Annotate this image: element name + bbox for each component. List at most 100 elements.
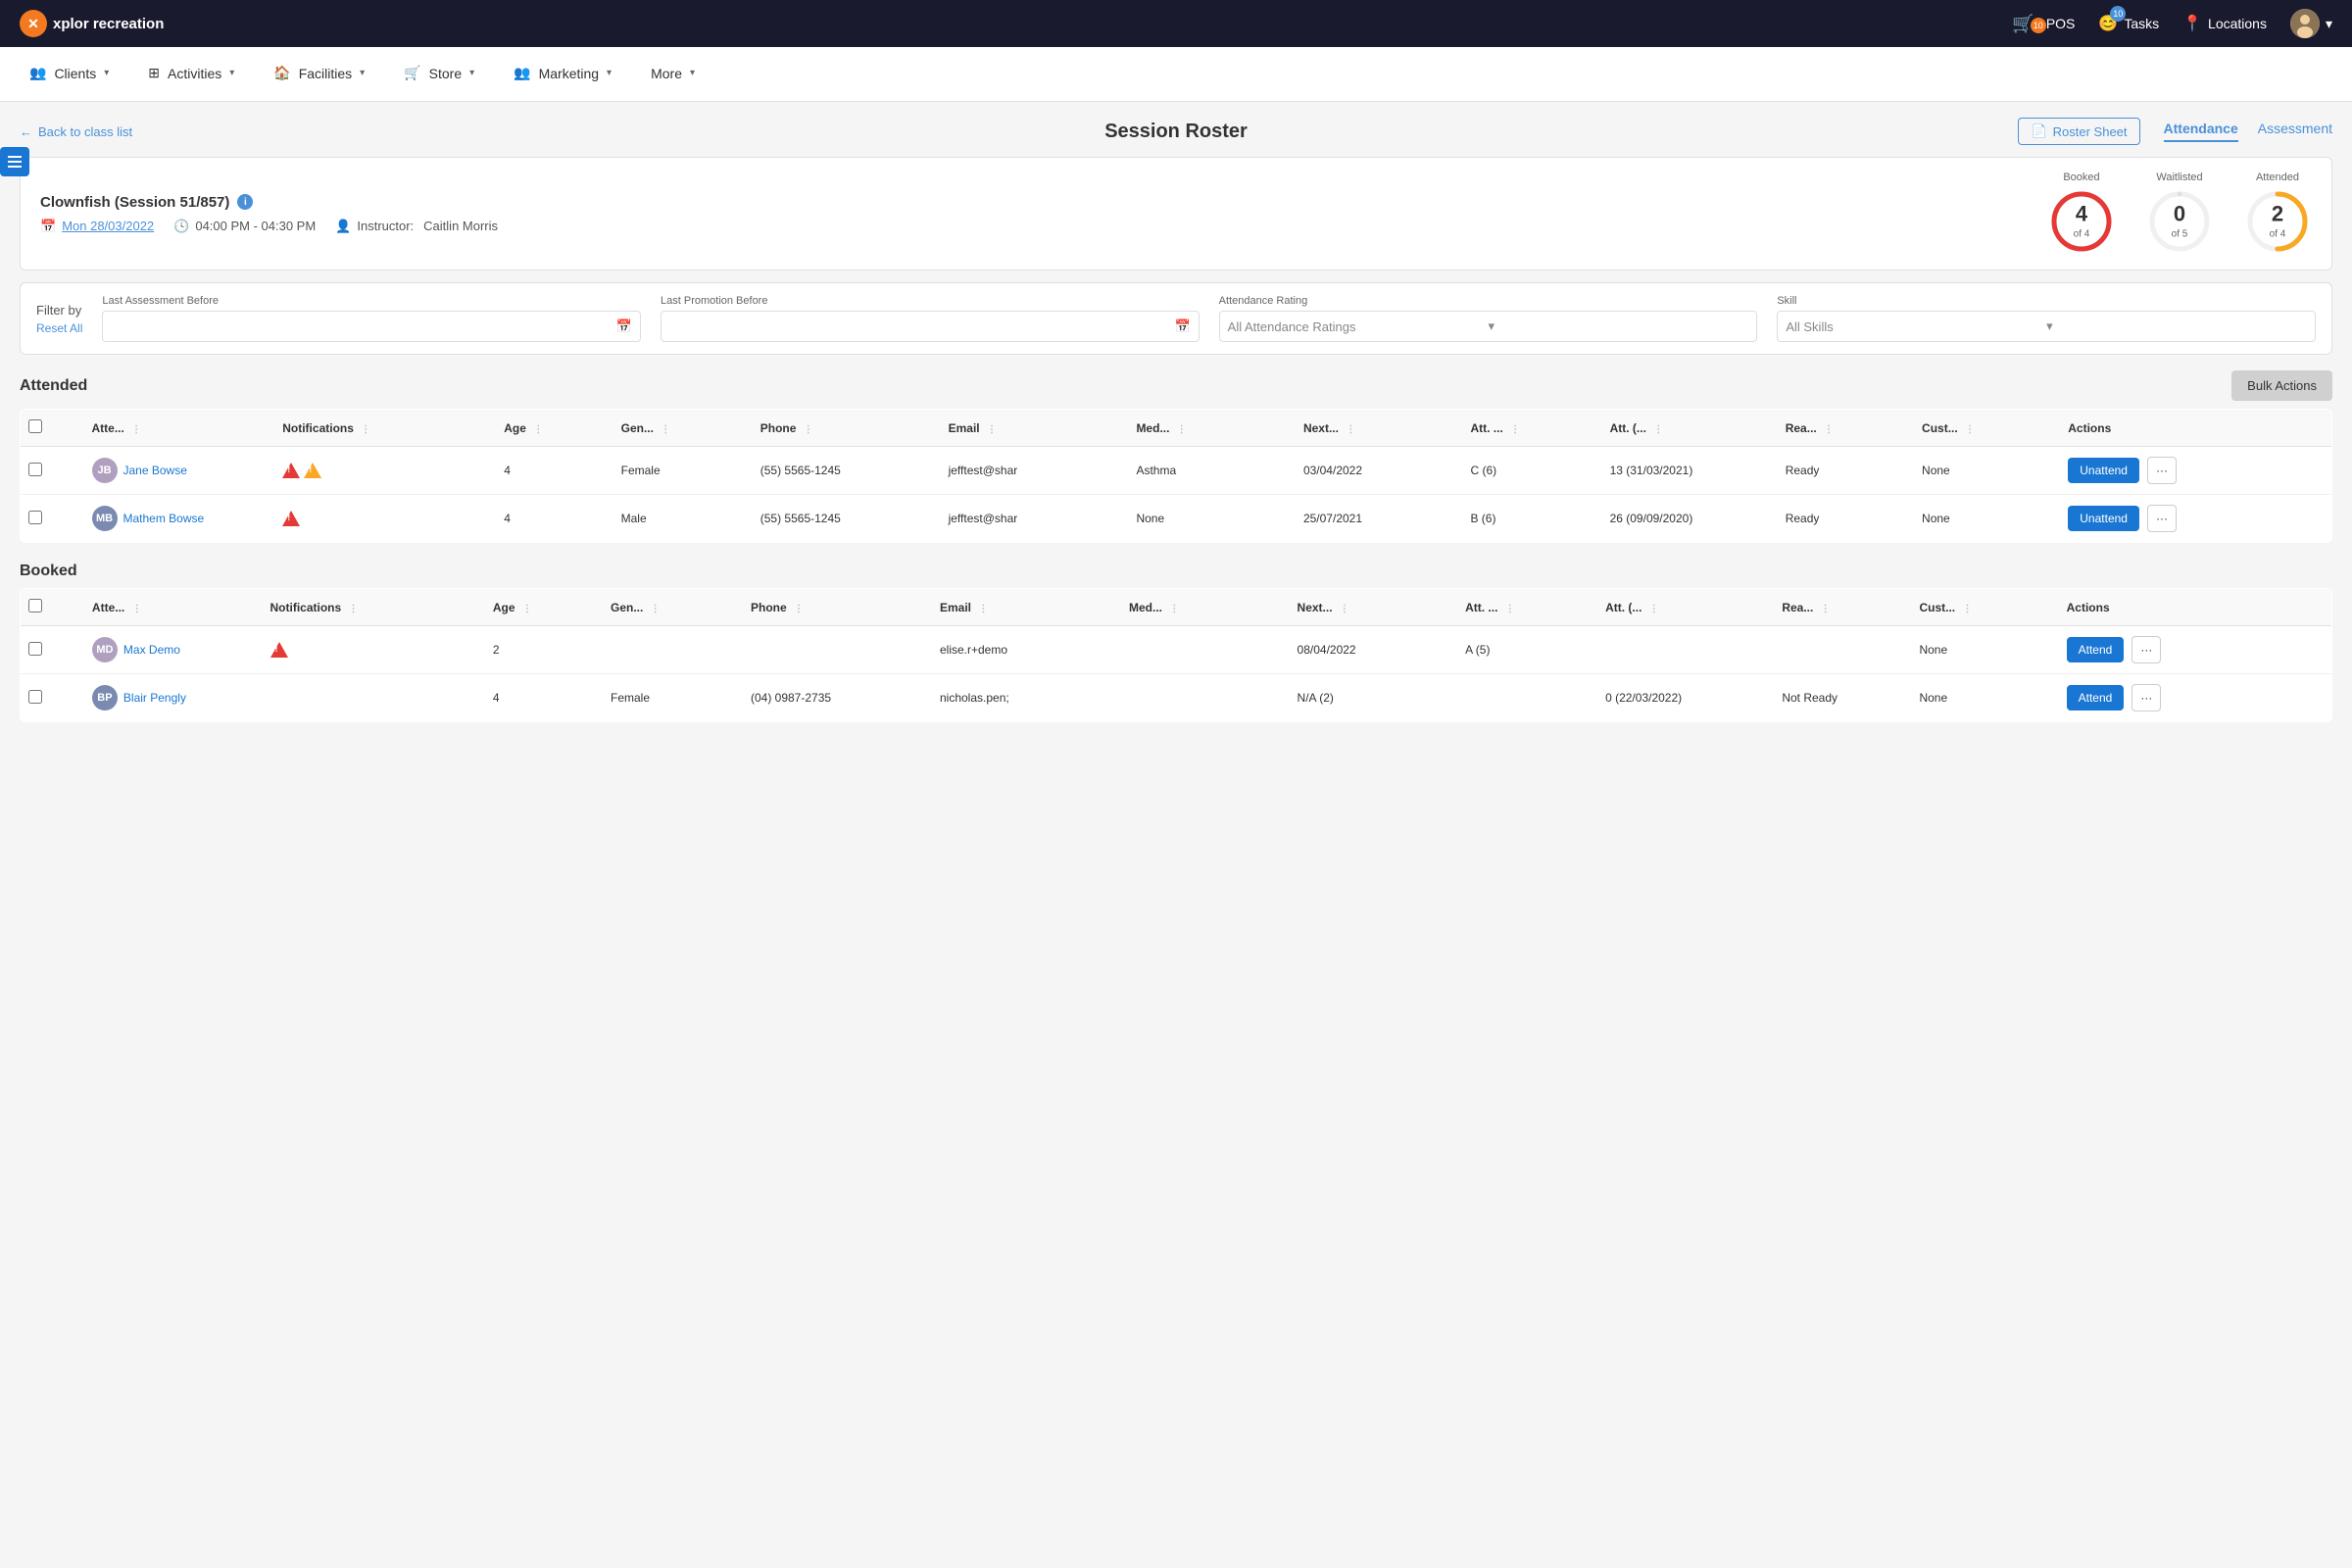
att2-cell: 26 (09/09/2020)	[1602, 495, 1778, 543]
back-label: Back to class list	[38, 124, 132, 139]
clients-icon: 👥	[29, 65, 46, 81]
attend-button[interactable]: Attend	[2067, 637, 2125, 662]
top-nav: ✕ xplor recreation 🛒 10 POS 😊 10 Tasks 📍…	[0, 0, 2352, 47]
attended-of: of 4	[2270, 229, 2286, 240]
ready-cell	[1774, 626, 1911, 674]
pos-label: POS	[2046, 16, 2076, 31]
row-checkbox-mathew-bowse[interactable]	[28, 511, 42, 524]
nav-item-store[interactable]: 🛒 Store ▾	[384, 47, 494, 101]
select-all-attended-checkbox[interactable]	[28, 419, 42, 433]
col-header-custom: Cust... ⋮	[1914, 410, 2060, 447]
last-promotion-input[interactable]: 📅	[661, 311, 1200, 342]
session-date-link[interactable]: Mon 28/03/2022	[62, 219, 154, 233]
unattend-button[interactable]: Unattend	[2068, 506, 2139, 531]
notifications-cell: !	[263, 626, 485, 674]
attended-title: Attended	[20, 377, 87, 395]
row-checkbox-max-demo[interactable]	[28, 642, 42, 656]
tasks-nav-item[interactable]: 😊 10 Tasks	[2098, 14, 2159, 33]
reset-all-button[interactable]: Reset All	[36, 321, 82, 335]
more-actions-button[interactable]: ···	[2147, 457, 2177, 484]
attendance-rating-select[interactable]: All Attendance Ratings ▾	[1219, 311, 1758, 342]
app-name: xplor recreation	[53, 16, 164, 32]
last-promotion-field[interactable]	[669, 319, 1174, 334]
filter-skill: Skill All Skills ▾	[1777, 295, 2316, 342]
actions-cell: Attend ···	[2059, 674, 2332, 722]
person-icon: 👤	[335, 219, 351, 234]
last-assessment-input[interactable]: 📅	[102, 311, 641, 342]
alert-yellow-icon[interactable]: !	[304, 463, 321, 478]
more-actions-button[interactable]: ···	[2147, 505, 2177, 532]
custom-cell: None	[1911, 674, 2058, 722]
email-cell: nicholas.pen;	[932, 674, 1121, 722]
last-promotion-label: Last Promotion Before	[661, 295, 1200, 307]
notifications-cell: !	[274, 495, 496, 543]
store-icon: 🛒	[404, 65, 420, 81]
attendee-name-text[interactable]: Jane Bowse	[123, 464, 187, 477]
info-icon[interactable]: i	[237, 194, 253, 210]
col-header-gender-b: Gen... ⋮	[603, 589, 743, 626]
col-header-age-b: Age ⋮	[485, 589, 603, 626]
stat-booked: Booked 4 of 4	[2047, 172, 2116, 256]
locations-nav-item[interactable]: 📍 Locations	[2182, 14, 2267, 33]
notifications-cell: !!	[274, 447, 496, 495]
col-header-next: Next... ⋮	[1296, 410, 1463, 447]
unattend-button[interactable]: Unattend	[2068, 458, 2139, 483]
select-all-booked-checkbox[interactable]	[28, 599, 42, 612]
filter-by-label: Filter by	[36, 303, 82, 318]
chevron-down-icon: ▾	[2046, 318, 2307, 334]
booked-table-header: Atte... ⋮ Notifications ⋮ Age ⋮ Gen... ⋮…	[21, 589, 2332, 626]
gender-cell	[603, 626, 743, 674]
bulk-actions-button[interactable]: Bulk Actions	[2231, 370, 2332, 401]
attend-button[interactable]: Attend	[2067, 685, 2125, 710]
roster-sheet-button[interactable]: 📄 Roster Sheet	[2018, 118, 2139, 145]
ready-cell: Ready	[1778, 447, 1914, 495]
more-actions-button[interactable]: ···	[2132, 684, 2161, 711]
nav-item-clients[interactable]: 👥 Clients ▾	[10, 47, 128, 101]
back-to-class-list-button[interactable]: ← Back to class list	[20, 124, 132, 139]
att2-cell	[1597, 626, 1774, 674]
alert-red-icon[interactable]: !	[270, 642, 288, 658]
stat-attended: Attended 2 of 4	[2243, 172, 2312, 256]
last-assessment-field[interactable]	[111, 319, 615, 334]
col-header-atte: Atte... ⋮	[84, 410, 275, 447]
gender-cell: Female	[603, 674, 743, 722]
email-cell: jefftest@shar	[941, 495, 1129, 543]
col-header-notifications-b: Notifications ⋮	[263, 589, 485, 626]
col-header-medical-b: Med... ⋮	[1121, 589, 1290, 626]
att2-cell: 0 (22/03/2022)	[1597, 674, 1774, 722]
attendee-name-text[interactable]: Max Demo	[123, 643, 180, 657]
next-cell: 08/04/2022	[1290, 626, 1458, 674]
medical-cell: Asthma	[1128, 447, 1296, 495]
row-checkbox-blair-pengly[interactable]	[28, 690, 42, 704]
booked-section-header: Booked	[20, 563, 2332, 580]
more-actions-button[interactable]: ···	[2132, 636, 2161, 663]
col-header-email: Email ⋮	[941, 410, 1129, 447]
nav-item-more[interactable]: More ▾	[631, 47, 714, 101]
col-header-actions-b: Actions	[2059, 589, 2332, 626]
tab-attendance[interactable]: Attendance	[2164, 121, 2238, 142]
attendee-name-text[interactable]: Blair Pengly	[123, 691, 186, 705]
skill-select[interactable]: All Skills ▾	[1777, 311, 2316, 342]
skill-placeholder: All Skills	[1786, 319, 2046, 334]
pos-nav-item[interactable]: 🛒 10 POS	[2012, 14, 2075, 34]
alert-red-icon[interactable]: !	[282, 511, 300, 526]
waitlisted-label: Waitlisted	[2145, 172, 2214, 183]
phone-cell	[743, 626, 932, 674]
attendee-name-text[interactable]: Mathem Bowse	[123, 512, 205, 525]
nav-item-facilities[interactable]: 🏠 Facilities ▾	[254, 47, 384, 101]
location-icon: 📍	[2182, 14, 2202, 33]
sidebar-toggle-button[interactable]	[0, 147, 29, 176]
custom-cell: None	[1914, 495, 2060, 543]
user-avatar[interactable]: ▾	[2290, 9, 2332, 38]
phone-cell: (55) 5565-1245	[753, 447, 941, 495]
alert-red-icon[interactable]: !	[282, 463, 300, 478]
app-logo[interactable]: ✕ xplor recreation	[20, 10, 164, 37]
tab-assessment[interactable]: Assessment	[2258, 121, 2332, 142]
nav-item-activities[interactable]: ⊞ Activities ▾	[128, 47, 254, 101]
row-checkbox-jane-bowse[interactable]	[28, 463, 42, 476]
attended-tbody: JBJane Bowse!!4Female(55) 5565-1245jefft…	[21, 447, 2332, 543]
store-label: Store	[429, 66, 462, 81]
age-cell: 4	[496, 495, 612, 543]
nav-item-marketing[interactable]: 👥 Marketing ▾	[494, 47, 631, 101]
facilities-label: Facilities	[299, 66, 352, 81]
